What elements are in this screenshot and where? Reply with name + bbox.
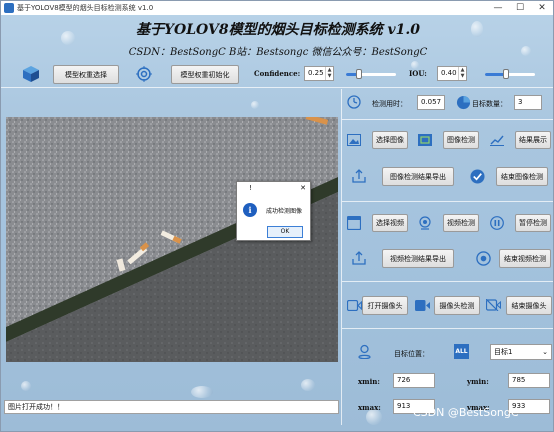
image-icon <box>346 132 362 148</box>
check-circle-icon <box>469 168 485 184</box>
location-pin-icon <box>356 343 372 359</box>
cube-icon[interactable] <box>21 64 41 84</box>
header-divider <box>1 87 553 88</box>
finish-video-button[interactable]: 结束视频检测 <box>499 249 551 268</box>
app-headline: 基于YOLOV8模型的烟头目标检测系统 v1.0 <box>136 22 420 38</box>
close-window-button[interactable]: ✕ <box>531 1 553 15</box>
pause-detect-button[interactable]: 暂停检测 <box>515 214 551 232</box>
export-icon <box>351 250 367 266</box>
target-position-label: 目标位置： <box>394 350 429 358</box>
dialog-title: ! <box>249 184 252 192</box>
vertical-divider <box>341 89 342 425</box>
xmin-label: xmin: <box>358 377 380 386</box>
target-select-value: 目标1 <box>494 348 513 356</box>
water-drop-decoration <box>301 379 315 391</box>
detect-time-label: 检测用时： <box>372 100 407 108</box>
water-drop-decoration <box>251 101 259 109</box>
spin-arrows-icon[interactable]: ▲ ▼ <box>325 67 333 80</box>
export-video-button[interactable]: 视频检测结果导出 <box>382 249 454 268</box>
maximize-button[interactable]: ☐ <box>509 1 531 15</box>
status-bar: 图片打开成功！！ <box>4 400 339 414</box>
open-camera-button[interactable]: 打开摄像头 <box>362 296 408 315</box>
pie-chart-icon <box>455 94 471 110</box>
iou-slider[interactable] <box>485 68 535 80</box>
iou-slider-handle[interactable] <box>503 69 509 79</box>
xmin-field: 726 <box>393 373 435 388</box>
watermark: CSDN @BestSongC <box>413 406 519 419</box>
confidence-slider-handle[interactable] <box>356 69 362 79</box>
ymin-label: ymin: <box>467 377 489 386</box>
ok-button[interactable]: OK <box>267 226 303 238</box>
target-select[interactable]: 目标1 ⌄ <box>490 344 552 360</box>
dialog-close-button[interactable]: ✕ <box>300 182 306 194</box>
select-weights-button[interactable]: 模型权重选择 <box>53 65 119 84</box>
webcam-icon <box>417 215 433 231</box>
app-icon <box>4 3 14 13</box>
section-divider <box>342 119 553 120</box>
info-dialog: ! ✕ i 成功检测图像 OK <box>236 181 311 241</box>
camera-detect-icon <box>414 297 430 313</box>
dialog-message: 成功检测图像 <box>266 208 303 215</box>
iou-spinbox[interactable]: 0.40 ▲ ▼ <box>437 66 467 81</box>
clock-icon <box>346 94 362 110</box>
close-camera-button[interactable]: 结束摄像头 <box>506 296 552 315</box>
target-count-label: 目标数量： <box>472 100 507 108</box>
detect-image-button[interactable]: 图像检测 <box>443 131 479 149</box>
init-weights-button[interactable]: 模型权重初始化 <box>171 65 239 84</box>
confidence-value: 0.25 <box>308 69 324 77</box>
show-result-button[interactable]: 结果展示 <box>515 131 551 149</box>
video-file-icon <box>346 215 362 231</box>
contact-subtitle: CSDN：BestSongC B站：Bestsongc 微信公众号：BestSo… <box>128 47 428 58</box>
detect-video-button[interactable]: 视频检测 <box>443 214 479 232</box>
video-camera-icon <box>346 297 362 313</box>
confidence-label: Confidence: <box>254 69 301 78</box>
dialog-title-bar: ! ✕ <box>237 182 310 194</box>
app-window: 基于YOLOV8模型的烟头目标检测系统 v1.0 — ☐ ✕ 基于YOLOV8模… <box>0 0 554 432</box>
export-image-button[interactable]: 图像检测结果导出 <box>382 167 454 186</box>
detect-time-field: 0.057 <box>417 95 445 110</box>
confidence-spinbox[interactable]: 0.25 ▲ ▼ <box>304 66 334 81</box>
iou-slider-fill <box>485 73 505 76</box>
water-drop-decoration <box>411 61 419 69</box>
water-drop-decoration <box>191 386 213 398</box>
iou-label: IOU: <box>409 69 427 78</box>
select-image-button[interactable]: 选择图像 <box>372 131 408 149</box>
xmax-label: xmax: <box>358 403 381 412</box>
target-count-field: 3 <box>514 95 542 110</box>
image-detect-icon <box>417 132 433 148</box>
export-icon <box>351 168 367 184</box>
finish-image-button[interactable]: 结束图像检测 <box>496 167 548 186</box>
iou-value: 0.40 <box>441 69 457 77</box>
title-bar: 基于YOLOV8模型的烟头目标检测系统 v1.0 — ☐ ✕ <box>1 1 553 15</box>
section-divider <box>342 201 553 202</box>
select-video-button[interactable]: 选择视频 <box>372 214 408 232</box>
pause-icon <box>489 215 505 231</box>
spin-arrows-icon[interactable]: ▲ ▼ <box>458 67 466 80</box>
target-icon[interactable] <box>135 65 153 83</box>
water-drop-decoration <box>21 381 31 391</box>
info-icon: i <box>243 203 257 217</box>
chevron-down-icon[interactable]: ⌄ <box>542 345 548 359</box>
ymin-field: 785 <box>508 373 550 388</box>
camera-off-icon <box>485 297 501 313</box>
stop-circle-icon <box>475 250 491 266</box>
detect-camera-button[interactable]: 摄像头检测 <box>434 296 480 315</box>
confidence-slider[interactable] <box>346 68 396 80</box>
section-divider <box>342 328 553 329</box>
all-targets-icon: ALL <box>454 344 469 359</box>
window-title: 基于YOLOV8模型的烟头目标检测系统 v1.0 <box>17 4 154 12</box>
line-chart-icon <box>489 132 505 148</box>
minimize-button[interactable]: — <box>487 1 509 15</box>
section-divider <box>342 281 553 282</box>
